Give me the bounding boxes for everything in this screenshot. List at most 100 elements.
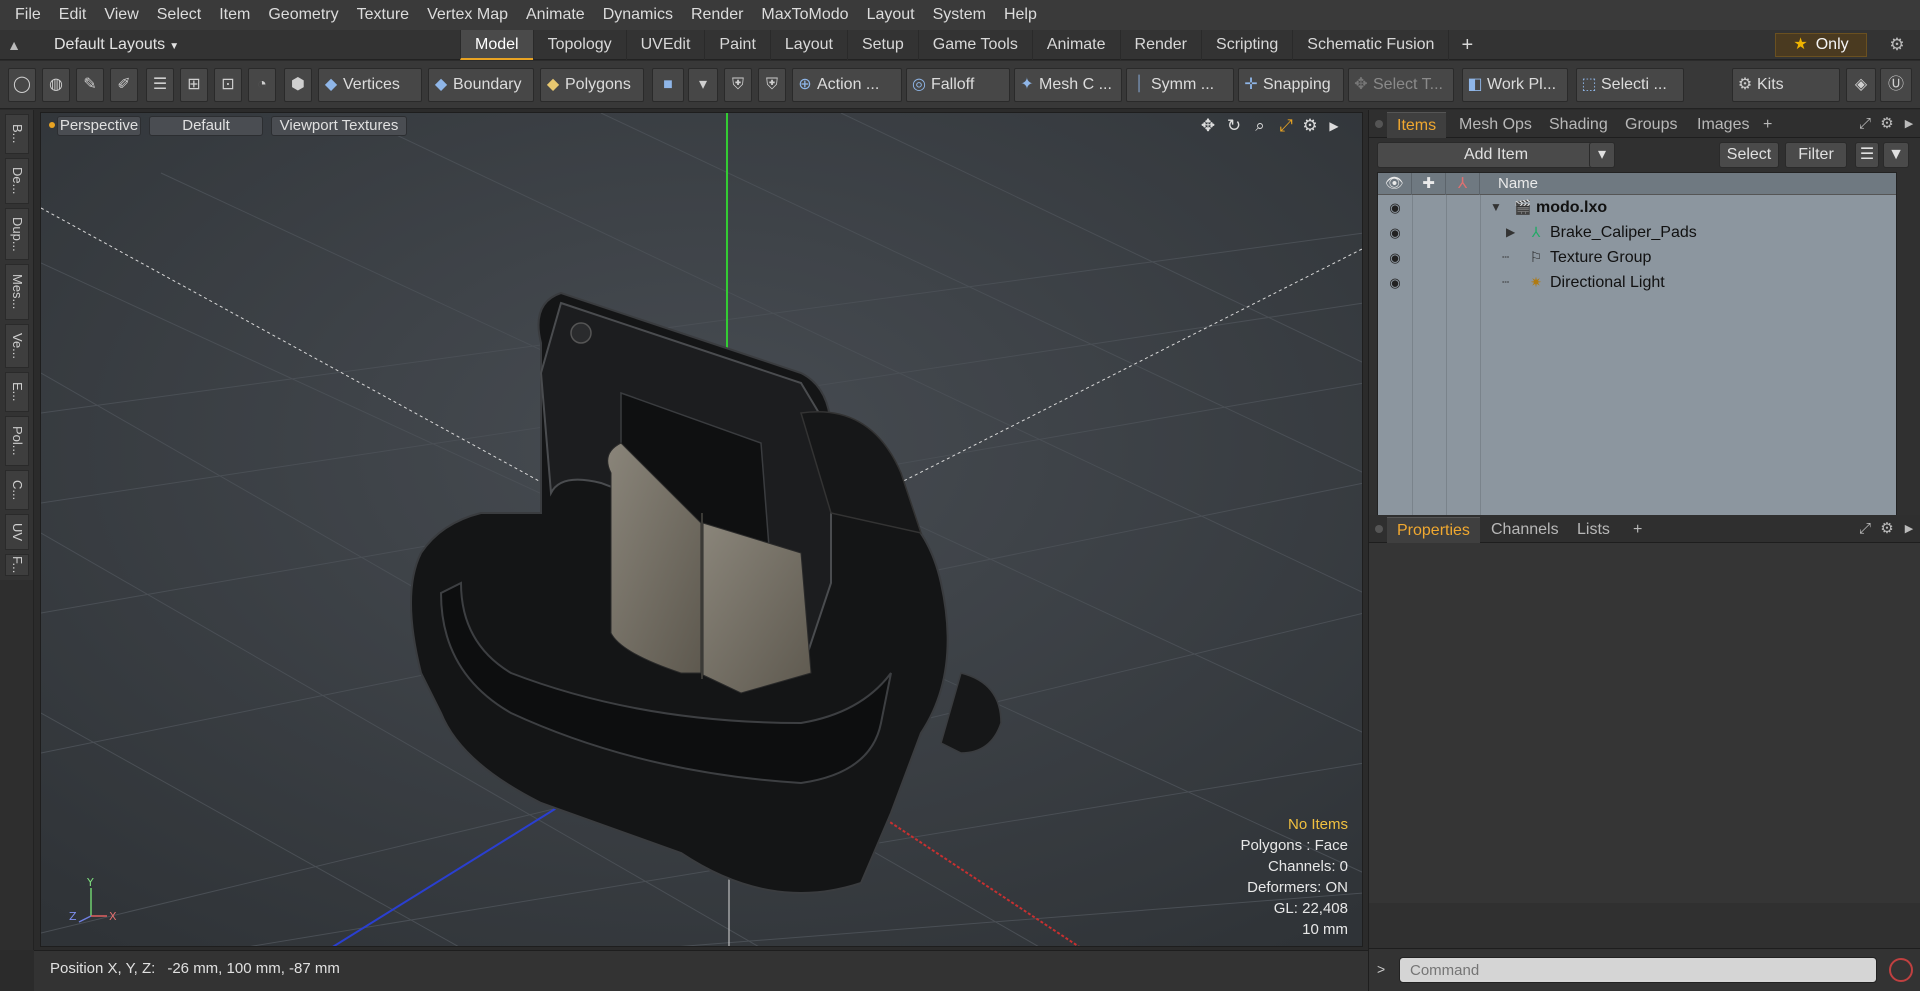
select-button[interactable]: Select bbox=[1719, 142, 1779, 168]
shield-alt-icon[interactable]: ⛨ bbox=[758, 68, 786, 102]
tab-paint[interactable]: Paint bbox=[704, 30, 769, 60]
left-tab-fusion[interactable]: F... bbox=[5, 554, 29, 576]
visibility-column-icon[interactable]: 👁 bbox=[1378, 173, 1412, 195]
grid-icon[interactable]: ⊞ bbox=[180, 68, 208, 102]
add-item-button[interactable]: Add Item bbox=[1377, 142, 1615, 168]
menu-help[interactable]: Help bbox=[995, 6, 1046, 24]
selection-dropdown[interactable]: ▾ bbox=[688, 68, 718, 102]
eye-icon[interactable]: ◉ bbox=[1386, 199, 1404, 217]
left-tab-duplicate[interactable]: Dup... bbox=[5, 208, 29, 260]
tab-images[interactable]: Images bbox=[1687, 112, 1759, 138]
viewport-expand-icon[interactable]: ▶ bbox=[1323, 115, 1345, 137]
kits-button[interactable]: ⚙ Kits bbox=[1732, 68, 1840, 102]
rotate-view-icon[interactable]: ↻ bbox=[1223, 115, 1245, 137]
add-item-dropdown[interactable]: ▾ bbox=[1589, 142, 1615, 168]
menu-item[interactable]: Item bbox=[210, 6, 259, 24]
expand-arrow-icon[interactable]: ▶ bbox=[1506, 220, 1515, 245]
left-tab-vertex[interactable]: Ve... bbox=[5, 324, 29, 368]
panel-arrow-icon[interactable]: ▶ bbox=[1899, 517, 1919, 541]
view-type-button[interactable]: Perspective bbox=[57, 116, 141, 136]
tab-topology[interactable]: Topology bbox=[532, 30, 626, 60]
shield-icon[interactable]: ⛨ bbox=[724, 68, 752, 102]
globe-icon[interactable]: ◍ bbox=[42, 68, 70, 102]
expand-panel-icon[interactable]: ⤢ bbox=[1855, 112, 1875, 136]
expand-arrow-icon[interactable]: ▼ bbox=[1490, 195, 1502, 220]
action-center-button[interactable]: ⊕ Action ... bbox=[792, 68, 902, 102]
filter-button[interactable]: Filter bbox=[1785, 142, 1847, 168]
name-column-header[interactable]: Name bbox=[1480, 173, 1896, 195]
layout-collapse-icon[interactable]: ▲ bbox=[0, 37, 28, 53]
maximize-view-icon[interactable]: ⤢ bbox=[1275, 115, 1297, 137]
tab-schematic-fusion[interactable]: Schematic Fusion bbox=[1292, 30, 1448, 60]
menu-geometry[interactable]: Geometry bbox=[259, 6, 347, 24]
left-tab-edge[interactable]: E... bbox=[5, 372, 29, 412]
left-tab-deform[interactable]: De... bbox=[5, 158, 29, 204]
tree-row-directional-light[interactable]: ◉ ┄ ✷ Directional Light bbox=[1378, 270, 1896, 295]
move-view-icon[interactable]: ✥ bbox=[1197, 115, 1219, 137]
selection-sets-button[interactable]: ⬚ Selecti ... bbox=[1576, 68, 1684, 102]
tab-channels[interactable]: Channels bbox=[1481, 517, 1569, 543]
tree-row-mesh[interactable]: ◉ ▶ ⅄ Brake_Caliper_Pads bbox=[1378, 220, 1896, 245]
locator-column-icon[interactable]: ⅄ bbox=[1446, 173, 1480, 195]
eye-icon[interactable]: ◉ bbox=[1386, 274, 1404, 292]
menu-vertex-map[interactable]: Vertex Map bbox=[418, 6, 517, 24]
panel-arrow-icon[interactable]: ▶ bbox=[1899, 112, 1919, 136]
menu-view[interactable]: View bbox=[95, 6, 147, 24]
command-input[interactable] bbox=[1399, 957, 1877, 983]
material-mode-icon[interactable]: ■ bbox=[652, 68, 684, 102]
stop-icon[interactable] bbox=[1889, 958, 1913, 982]
left-tab-uv[interactable]: UV bbox=[5, 514, 29, 550]
expand-panel-icon[interactable]: ⤢ bbox=[1855, 517, 1875, 541]
viewport-menu-dot[interactable] bbox=[49, 122, 55, 128]
viewport-gear-icon[interactable]: ⚙ bbox=[1299, 115, 1321, 137]
item-mode-icon[interactable]: ⬢ bbox=[284, 68, 312, 102]
menu-system[interactable]: System bbox=[924, 6, 995, 24]
symmetry-button[interactable]: ⏐ Symm ... bbox=[1126, 68, 1234, 102]
gear-icon[interactable]: ⚙ bbox=[1882, 33, 1912, 57]
tab-shading[interactable]: Shading bbox=[1539, 112, 1618, 138]
tree-row-scene[interactable]: ◉ ▼ 🎬 modo.lxo bbox=[1378, 195, 1896, 220]
menu-texture[interactable]: Texture bbox=[348, 6, 418, 24]
default-layouts-dropdown[interactable]: Default Layouts ▼ bbox=[28, 36, 218, 54]
panel-menu-dot[interactable] bbox=[1375, 120, 1383, 128]
add-tab-button[interactable]: + bbox=[1448, 30, 1485, 60]
lock-column-icon[interactable]: ✚ bbox=[1412, 173, 1446, 195]
tab-layout[interactable]: Layout bbox=[769, 30, 847, 60]
add-panel-tab-button[interactable]: + bbox=[1623, 517, 1652, 543]
tab-lists[interactable]: Lists bbox=[1567, 517, 1620, 543]
funnel-icon[interactable]: ▼ bbox=[1883, 142, 1909, 168]
brush-icon[interactable]: ✐ bbox=[110, 68, 138, 102]
unreal-icon[interactable]: Ⓤ bbox=[1880, 68, 1912, 102]
only-button[interactable]: ★ Only bbox=[1775, 33, 1867, 57]
tab-groups[interactable]: Groups bbox=[1615, 112, 1687, 138]
tab-items[interactable]: Items bbox=[1387, 112, 1447, 138]
menu-maxtomodo[interactable]: MaxToModo bbox=[752, 6, 857, 24]
work-plane-button[interactable]: ◧ Work Pl... bbox=[1462, 68, 1568, 102]
tab-game-tools[interactable]: Game Tools bbox=[917, 30, 1032, 60]
menu-file[interactable]: File bbox=[6, 6, 50, 24]
add-panel-tab-button[interactable]: + bbox=[1753, 112, 1782, 138]
unity-icon[interactable]: ◈ bbox=[1846, 68, 1876, 102]
snapping-button[interactable]: ✛ Snapping bbox=[1238, 68, 1344, 102]
menu-select[interactable]: Select bbox=[148, 6, 210, 24]
left-tab-mesh-edit[interactable]: Mes... bbox=[5, 264, 29, 320]
falloff-button[interactable]: ◎ Falloff bbox=[906, 68, 1010, 102]
left-tab-basic[interactable]: B... bbox=[5, 114, 29, 154]
eye-icon[interactable]: ◉ bbox=[1386, 249, 1404, 267]
panel-gear-icon[interactable]: ⚙ bbox=[1877, 112, 1897, 136]
tab-animate[interactable]: Animate bbox=[1031, 30, 1120, 60]
zoom-view-icon[interactable]: ⌕ bbox=[1249, 115, 1271, 137]
vertices-button[interactable]: ◆ Vertices bbox=[318, 68, 422, 102]
menu-dynamics[interactable]: Dynamics bbox=[594, 6, 682, 24]
tab-mesh-ops[interactable]: Mesh Ops bbox=[1449, 112, 1542, 138]
tab-uvedit[interactable]: UVEdit bbox=[625, 30, 705, 60]
tab-model[interactable]: Model bbox=[460, 30, 533, 60]
left-tab-curve[interactable]: C... bbox=[5, 470, 29, 510]
left-tab-polygon[interactable]: Pol... bbox=[5, 416, 29, 466]
sphere-icon[interactable]: ◔ bbox=[248, 68, 276, 102]
boundary-button[interactable]: ◆ Boundary bbox=[428, 68, 534, 102]
align-icon[interactable]: ☰ bbox=[146, 68, 174, 102]
menu-layout[interactable]: Layout bbox=[858, 6, 924, 24]
tab-render[interactable]: Render bbox=[1119, 30, 1201, 60]
tab-scripting[interactable]: Scripting bbox=[1201, 30, 1292, 60]
